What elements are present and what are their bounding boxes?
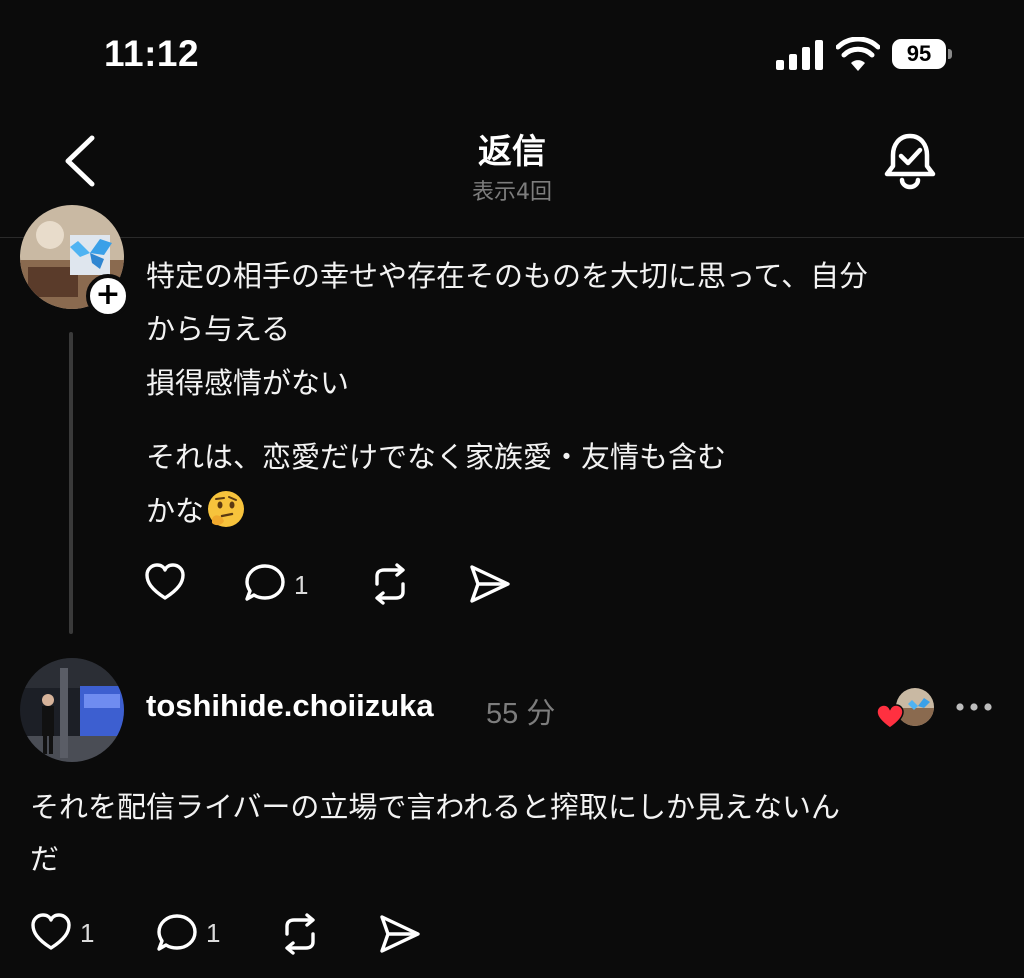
post-text-line: だ [30, 842, 60, 876]
post-text-line: から与える [146, 312, 291, 346]
station-photo-icon [20, 658, 124, 762]
post-text-line: それは、恋愛だけでなく家族愛・友情も含む [146, 440, 727, 474]
reply-count: 1 [294, 570, 309, 600]
reply-bubble-icon[interactable] [156, 912, 200, 954]
reply-count: 1 [206, 918, 221, 948]
share-send-icon[interactable] [468, 562, 512, 606]
post-timestamp: 55 分 [486, 698, 556, 730]
thinking-face-emoji-icon [208, 491, 245, 527]
more-options-icon[interactable] [952, 692, 996, 722]
post-text-line: かな [146, 494, 205, 528]
post-text-line: 損得感情がない [146, 366, 350, 400]
follow-plus-button[interactable]: + [86, 274, 130, 318]
header-divider [0, 237, 1024, 238]
post-text-last-line: かな [146, 484, 246, 538]
username-link[interactable]: toshihide.choiizuka [146, 688, 434, 724]
post-text-line: 特定の相手の幸せや存在そのものを大切に思って、自分 [146, 259, 869, 293]
page-title: 返信 [478, 132, 546, 172]
wifi-icon [836, 37, 880, 71]
reply-bubble-icon[interactable] [244, 562, 288, 604]
back-chevron-icon[interactable] [56, 130, 104, 192]
repost-icon[interactable] [368, 562, 412, 606]
cellular-signal-icon [776, 40, 823, 70]
like-heart-icon[interactable] [30, 912, 72, 954]
battery-cap [948, 49, 952, 59]
like-count: 1 [80, 918, 95, 948]
battery-indicator: 95 [892, 39, 952, 69]
view-count: 表示4回 [472, 180, 552, 205]
post-text-line: それを配信ライバーの立場で言われると搾取にしか見えないん [30, 790, 840, 824]
status-time: 11:12 [104, 33, 200, 74]
share-send-icon[interactable] [378, 912, 422, 956]
notification-bell-check-icon[interactable] [880, 130, 940, 192]
repost-icon[interactable] [278, 912, 322, 956]
battery-level: 95 [892, 39, 946, 69]
like-heart-icon[interactable] [144, 562, 186, 604]
liked-heart-badge-icon [876, 704, 904, 729]
thread-connector-line [69, 332, 73, 634]
avatar[interactable] [20, 658, 124, 762]
